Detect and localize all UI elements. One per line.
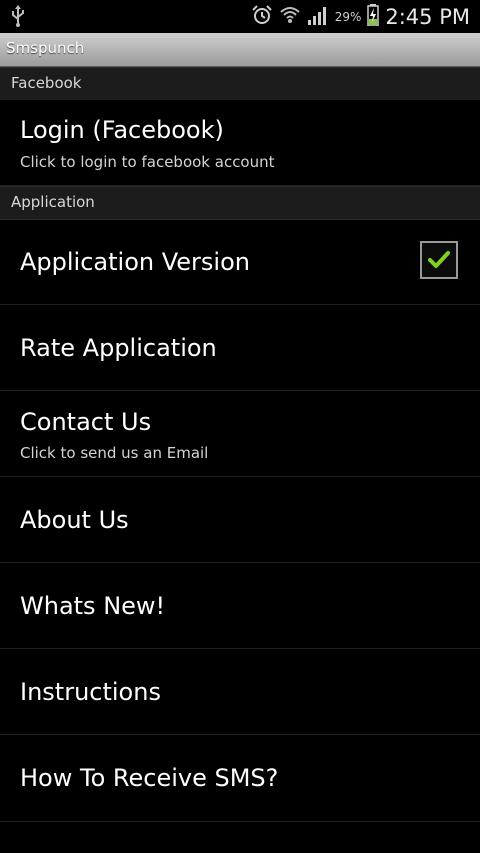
section-header-label: Application (11, 193, 95, 211)
wifi-icon (279, 4, 301, 30)
pref-title: How To Receive SMS? (20, 764, 279, 792)
alarm-icon (251, 4, 273, 30)
pref-title: Contact Us (20, 408, 152, 436)
pref-about-us[interactable]: About Us (0, 477, 480, 563)
pref-instructions[interactable]: Instructions (0, 649, 480, 735)
usb-icon (10, 4, 26, 32)
battery-icon (367, 4, 380, 30)
pref-application-version[interactable]: Application Version (0, 220, 480, 305)
pref-login-facebook[interactable]: Login (Facebook) Click to login to faceb… (0, 100, 480, 186)
clock: 2:45 PM (385, 5, 470, 29)
pref-title: Application Version (20, 248, 250, 276)
signal-icon (307, 5, 329, 29)
pref-whats-new[interactable]: Whats New! (0, 563, 480, 649)
status-bar: 29% 2:45 PM (0, 0, 480, 33)
pref-title: Rate Application (20, 334, 217, 362)
pref-title: Whats New! (20, 592, 166, 620)
app-title: Smspunch (6, 39, 85, 57)
pref-title: Login (Facebook) (20, 116, 224, 144)
battery-percent: 29% (334, 10, 362, 24)
section-header-label: Facebook (11, 74, 82, 92)
version-checkbox[interactable] (420, 241, 458, 279)
pref-title: About Us (20, 506, 129, 534)
section-header-facebook: Facebook (0, 67, 480, 101)
pref-rate-application[interactable]: Rate Application (0, 305, 480, 391)
pref-summary: Click to login to facebook account (20, 153, 275, 171)
pref-title: Instructions (20, 678, 161, 706)
app-title-bar: Smspunch (0, 33, 480, 67)
pref-how-to-receive-sms[interactable]: How To Receive SMS? (0, 735, 480, 822)
checkmark-icon (428, 251, 450, 268)
pref-summary: Click to send us an Email (20, 444, 209, 462)
pref-contact-us[interactable]: Contact Us Click to send us an Email (0, 391, 480, 477)
section-header-application: Application (0, 186, 480, 220)
